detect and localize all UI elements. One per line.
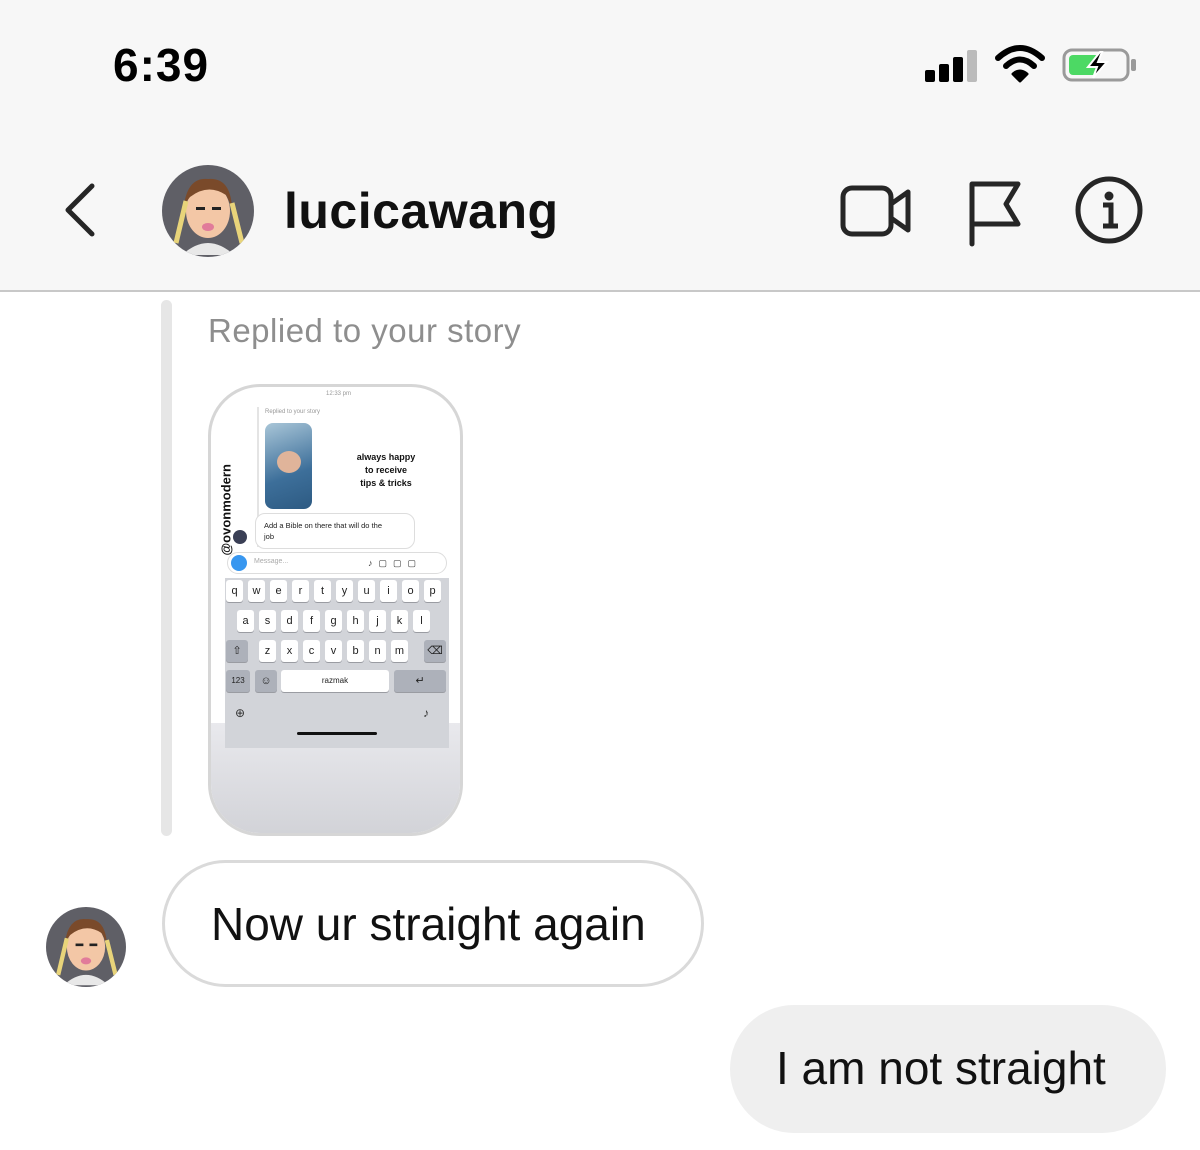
chat-username[interactable]: lucicawang: [284, 182, 559, 240]
story-replied-label: Replied to your story: [265, 409, 321, 415]
video-call-icon[interactable]: [840, 172, 912, 252]
story-caption: always happy to receive tips & tricks: [356, 452, 416, 488]
message-sender-avatar[interactable]: [46, 907, 126, 987]
info-icon[interactable]: [1074, 172, 1146, 252]
chat-header: lucicawang: [0, 130, 1200, 292]
wifi-icon: [995, 45, 1045, 83]
reply-indicator-line: [161, 300, 172, 836]
story-vertical-handle: @ovonmodern: [218, 464, 234, 556]
story-thumbnail[interactable]: 12:33 pm @ovonmodern Replied to your sto…: [208, 384, 463, 836]
status-bar: 6:39: [0, 0, 1200, 130]
replied-to-story-label: Replied to your story: [208, 312, 522, 349]
back-icon[interactable]: [58, 180, 102, 240]
story-keyboard: q w e r t y u i o p a s d f g h j k l ⇧ …: [225, 578, 449, 748]
story-photo: [265, 423, 312, 509]
outgoing-message-bubble[interactable]: I am not straight: [730, 1005, 1166, 1133]
story-message-bar: Message... ♪▢▢▢: [227, 552, 447, 574]
status-time: 6:39: [113, 39, 210, 91]
incoming-message-bubble[interactable]: Now ur straight again: [162, 860, 704, 987]
outgoing-message-text: I am not straight: [776, 1042, 1106, 1094]
incoming-message-text: Now ur straight again: [211, 898, 646, 950]
story-avatar: [233, 530, 247, 544]
story-reply-bubble: Add a Bible on there that will do the jo…: [255, 513, 415, 549]
story-time: 12:33 pm: [326, 391, 352, 397]
signal-icon: [925, 48, 977, 82]
flag-icon[interactable]: [966, 172, 1026, 252]
battery-icon: [1062, 48, 1136, 82]
avatar[interactable]: [162, 165, 254, 257]
